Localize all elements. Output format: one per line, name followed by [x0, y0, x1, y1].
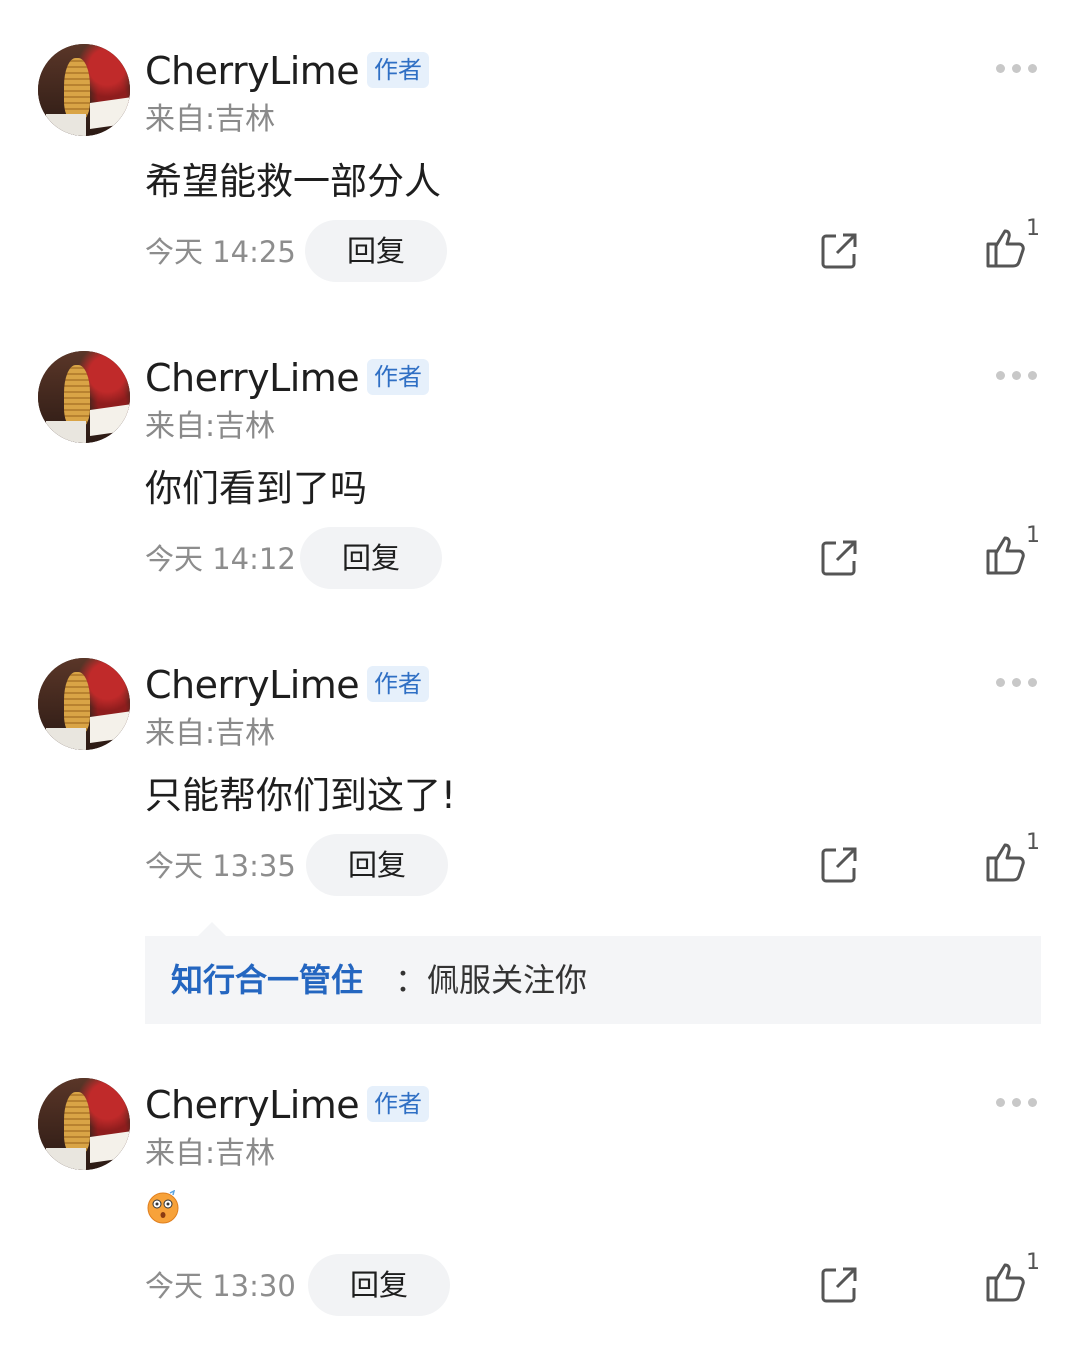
like-count: 1	[1026, 216, 1040, 241]
sub-reply-notch	[198, 922, 226, 936]
avatar[interactable]	[38, 658, 130, 750]
share-icon[interactable]	[818, 230, 860, 272]
author-badge: 作者	[367, 1086, 429, 1122]
author-name[interactable]: CherryLime	[145, 353, 360, 403]
location-label: 来自:吉林	[145, 1136, 276, 1171]
sub-reply-content: 佩服关注你	[427, 961, 588, 999]
timestamp: 今天 14:12	[145, 542, 296, 576]
reply-button[interactable]: 回复	[306, 834, 448, 896]
author-name[interactable]: CherryLime	[145, 660, 360, 710]
share-icon[interactable]	[818, 537, 860, 579]
location-label: 来自:吉林	[145, 409, 276, 444]
author-badge: 作者	[367, 359, 429, 395]
more-dots-icon[interactable]	[996, 64, 1038, 74]
comment-item: CherryLime 作者 来自:吉林 今天 13:30 回复 1	[0, 1078, 1080, 1328]
thumbs-up-icon[interactable]	[982, 1258, 1030, 1306]
comment-text: 你们看到了吗	[145, 467, 367, 510]
thumbs-up-icon[interactable]	[982, 224, 1030, 272]
location-label: 来自:吉林	[145, 716, 276, 751]
timestamp: 今天 14:25	[145, 235, 296, 269]
author-badge: 作者	[367, 52, 429, 88]
avatar[interactable]	[38, 1078, 130, 1170]
sub-reply-box[interactable]: 知行合一管住 ：佩服关注你	[145, 936, 1041, 1024]
comment-item: CherryLime 作者 来自:吉林 只能帮你们到这了! 今天 13:35 回…	[0, 658, 1080, 908]
avatar[interactable]	[38, 351, 130, 443]
sub-reply-separator: ：	[395, 961, 428, 999]
like-count: 1	[1026, 523, 1040, 548]
thumbs-up-icon[interactable]	[982, 838, 1030, 886]
more-dots-icon[interactable]	[996, 678, 1038, 688]
comment-text: 希望能救一部分人	[145, 160, 441, 203]
dizzy-face-emoji-icon	[147, 1190, 179, 1224]
comment-item: CherryLime 作者 来自:吉林 你们看到了吗 今天 14:12 回复 1	[0, 351, 1080, 601]
reply-button[interactable]: 回复	[308, 1254, 450, 1316]
thumbs-up-icon[interactable]	[982, 531, 1030, 579]
sub-reply-author[interactable]: 知行合一管住	[171, 958, 363, 1002]
avatar[interactable]	[38, 44, 130, 136]
like-count: 1	[1026, 830, 1040, 855]
reply-button[interactable]: 回复	[305, 220, 447, 282]
share-icon[interactable]	[818, 844, 860, 886]
sub-reply-text: ：佩服关注你	[395, 958, 587, 1002]
more-dots-icon[interactable]	[996, 1098, 1038, 1108]
author-badge: 作者	[367, 666, 429, 702]
location-label: 来自:吉林	[145, 102, 276, 137]
like-count: 1	[1026, 1250, 1040, 1275]
share-icon[interactable]	[818, 1264, 860, 1306]
more-dots-icon[interactable]	[996, 371, 1038, 381]
author-name[interactable]: CherryLime	[145, 46, 360, 96]
author-name[interactable]: CherryLime	[145, 1080, 360, 1130]
comment-text: 只能帮你们到这了!	[145, 774, 456, 817]
reply-button[interactable]: 回复	[300, 527, 442, 589]
timestamp: 今天 13:35	[145, 849, 296, 883]
timestamp: 今天 13:30	[145, 1269, 296, 1303]
comment-item: CherryLime 作者 来自:吉林 希望能救一部分人 今天 14:25 回复…	[0, 44, 1080, 294]
